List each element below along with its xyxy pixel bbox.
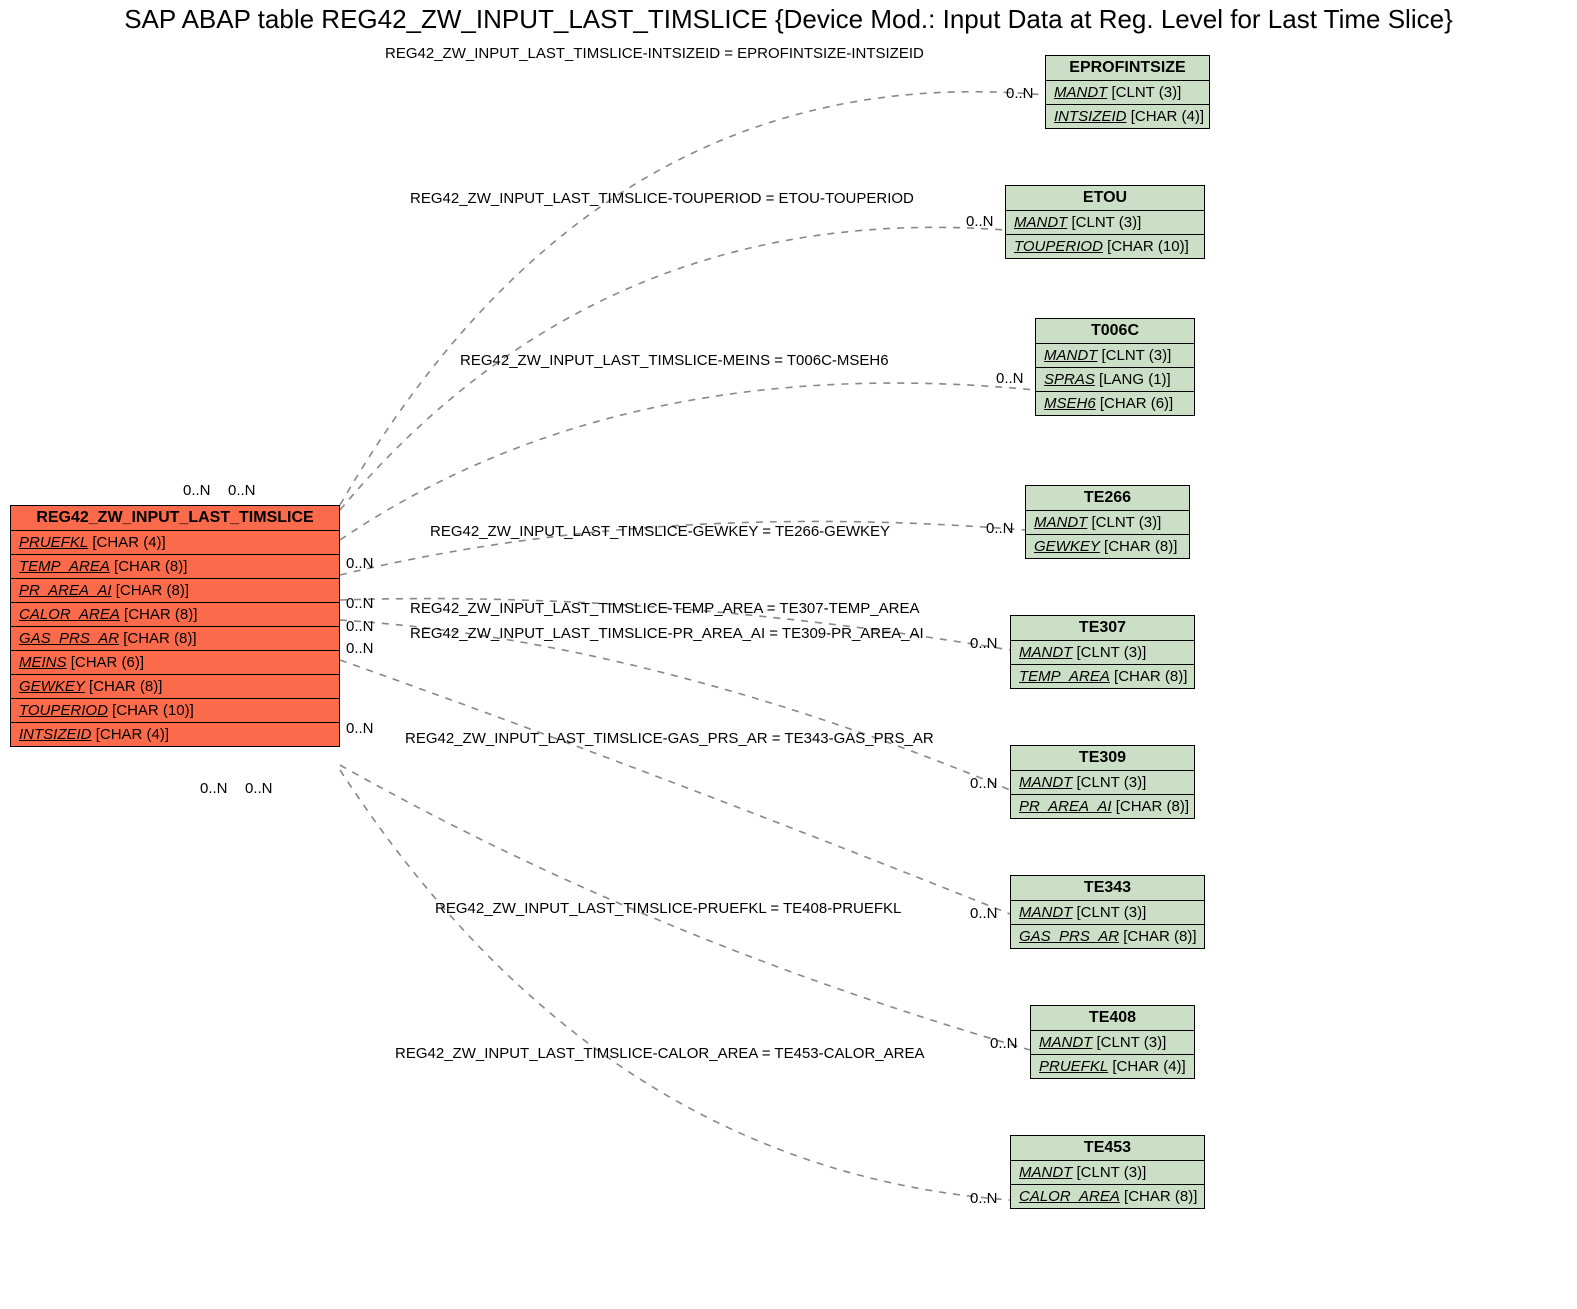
entity-header: T006C xyxy=(1036,319,1194,344)
entity-te309: TE309 MANDT [CLNT (3)] PR_AREA_AI [CHAR … xyxy=(1010,745,1195,819)
entity-field: MANDT [CLNT (3)] xyxy=(1011,641,1194,665)
entity-header: TE453 xyxy=(1011,1136,1204,1161)
cardinality-label: 0..N xyxy=(346,618,374,635)
entity-t006c: T006C MANDT [CLNT (3)] SPRAS [LANG (1)] … xyxy=(1035,318,1195,416)
entity-main-field: TOUPERIOD [CHAR (10)] xyxy=(11,699,339,723)
rel-label: REG42_ZW_INPUT_LAST_TIMSLICE-MEINS = T00… xyxy=(460,352,889,369)
cardinality-label: 0..N xyxy=(245,780,273,797)
diagram-title: SAP ABAP table REG42_ZW_INPUT_LAST_TIMSL… xyxy=(0,4,1577,35)
entity-header: EPROFINTSIZE xyxy=(1046,56,1209,81)
entity-field: MANDT [CLNT (3)] xyxy=(1026,511,1189,535)
entity-field: MANDT [CLNT (3)] xyxy=(1006,211,1204,235)
entity-main-field: PRUEFKL [CHAR (4)] xyxy=(11,531,339,555)
entity-te266: TE266 MANDT [CLNT (3)] GEWKEY [CHAR (8)] xyxy=(1025,485,1190,559)
cardinality-label: 0..N xyxy=(970,635,998,652)
entity-te307: TE307 MANDT [CLNT (3)] TEMP_AREA [CHAR (… xyxy=(1010,615,1195,689)
entity-header: TE343 xyxy=(1011,876,1204,901)
entity-main-field: INTSIZEID [CHAR (4)] xyxy=(11,723,339,746)
rel-label: REG42_ZW_INPUT_LAST_TIMSLICE-PRUEFKL = T… xyxy=(435,900,901,917)
entity-main-field: MEINS [CHAR (6)] xyxy=(11,651,339,675)
entity-field: GAS_PRS_AR [CHAR (8)] xyxy=(1011,925,1204,948)
entity-field: MSEH6 [CHAR (6)] xyxy=(1036,392,1194,415)
entity-main-field: CALOR_AREA [CHAR (8)] xyxy=(11,603,339,627)
entity-main-field: GEWKEY [CHAR (8)] xyxy=(11,675,339,699)
rel-label: REG42_ZW_INPUT_LAST_TIMSLICE-GEWKEY = TE… xyxy=(430,523,890,540)
cardinality-label: 0..N xyxy=(970,1190,998,1207)
cardinality-label: 0..N xyxy=(986,520,1014,537)
cardinality-label: 0..N xyxy=(346,555,374,572)
cardinality-label: 0..N xyxy=(970,905,998,922)
entity-field: PR_AREA_AI [CHAR (8)] xyxy=(1011,795,1194,818)
entity-main-field: GAS_PRS_AR [CHAR (8)] xyxy=(11,627,339,651)
entity-eprofintsize: EPROFINTSIZE MANDT [CLNT (3)] INTSIZEID … xyxy=(1045,55,1210,129)
cardinality-label: 0..N xyxy=(183,482,211,499)
entity-main: REG42_ZW_INPUT_LAST_TIMSLICE PRUEFKL [CH… xyxy=(10,505,340,747)
cardinality-label: 0..N xyxy=(346,640,374,657)
entity-field: MANDT [CLNT (3)] xyxy=(1011,771,1194,795)
rel-label: REG42_ZW_INPUT_LAST_TIMSLICE-GAS_PRS_AR … xyxy=(405,730,934,747)
cardinality-label: 0..N xyxy=(228,482,256,499)
entity-field: TOUPERIOD [CHAR (10)] xyxy=(1006,235,1204,258)
entity-header: ETOU xyxy=(1006,186,1204,211)
entity-field: INTSIZEID [CHAR (4)] xyxy=(1046,105,1209,128)
entity-main-header: REG42_ZW_INPUT_LAST_TIMSLICE xyxy=(11,506,339,531)
cardinality-label: 0..N xyxy=(200,780,228,797)
entity-te343: TE343 MANDT [CLNT (3)] GAS_PRS_AR [CHAR … xyxy=(1010,875,1205,949)
entity-field: GEWKEY [CHAR (8)] xyxy=(1026,535,1189,558)
rel-label: REG42_ZW_INPUT_LAST_TIMSLICE-INTSIZEID =… xyxy=(385,45,924,62)
rel-label: REG42_ZW_INPUT_LAST_TIMSLICE-TOUPERIOD =… xyxy=(410,190,914,207)
cardinality-label: 0..N xyxy=(970,775,998,792)
entity-field: PRUEFKL [CHAR (4)] xyxy=(1031,1055,1194,1078)
entity-field: CALOR_AREA [CHAR (8)] xyxy=(1011,1185,1204,1208)
cardinality-label: 0..N xyxy=(1006,85,1034,102)
entity-header: TE408 xyxy=(1031,1006,1194,1031)
entity-field: MANDT [CLNT (3)] xyxy=(1031,1031,1194,1055)
cardinality-label: 0..N xyxy=(990,1035,1018,1052)
entity-field: MANDT [CLNT (3)] xyxy=(1046,81,1209,105)
rel-label: REG42_ZW_INPUT_LAST_TIMSLICE-PR_AREA_AI … xyxy=(410,625,924,642)
entity-field: TEMP_AREA [CHAR (8)] xyxy=(1011,665,1194,688)
entity-field: SPRAS [LANG (1)] xyxy=(1036,368,1194,392)
cardinality-label: 0..N xyxy=(996,370,1024,387)
entity-field: MANDT [CLNT (3)] xyxy=(1036,344,1194,368)
entity-header: TE309 xyxy=(1011,746,1194,771)
cardinality-label: 0..N xyxy=(346,720,374,737)
rel-label: REG42_ZW_INPUT_LAST_TIMSLICE-TEMP_AREA =… xyxy=(410,600,919,617)
cardinality-label: 0..N xyxy=(966,213,994,230)
entity-header: TE266 xyxy=(1026,486,1189,511)
entity-te408: TE408 MANDT [CLNT (3)] PRUEFKL [CHAR (4)… xyxy=(1030,1005,1195,1079)
entity-te453: TE453 MANDT [CLNT (3)] CALOR_AREA [CHAR … xyxy=(1010,1135,1205,1209)
entity-field: MANDT [CLNT (3)] xyxy=(1011,901,1204,925)
cardinality-label: 0..N xyxy=(346,595,374,612)
entity-main-field: PR_AREA_AI [CHAR (8)] xyxy=(11,579,339,603)
entity-etou: ETOU MANDT [CLNT (3)] TOUPERIOD [CHAR (1… xyxy=(1005,185,1205,259)
entity-field: MANDT [CLNT (3)] xyxy=(1011,1161,1204,1185)
entity-main-field: TEMP_AREA [CHAR (8)] xyxy=(11,555,339,579)
rel-label: REG42_ZW_INPUT_LAST_TIMSLICE-CALOR_AREA … xyxy=(395,1045,925,1062)
entity-header: TE307 xyxy=(1011,616,1194,641)
